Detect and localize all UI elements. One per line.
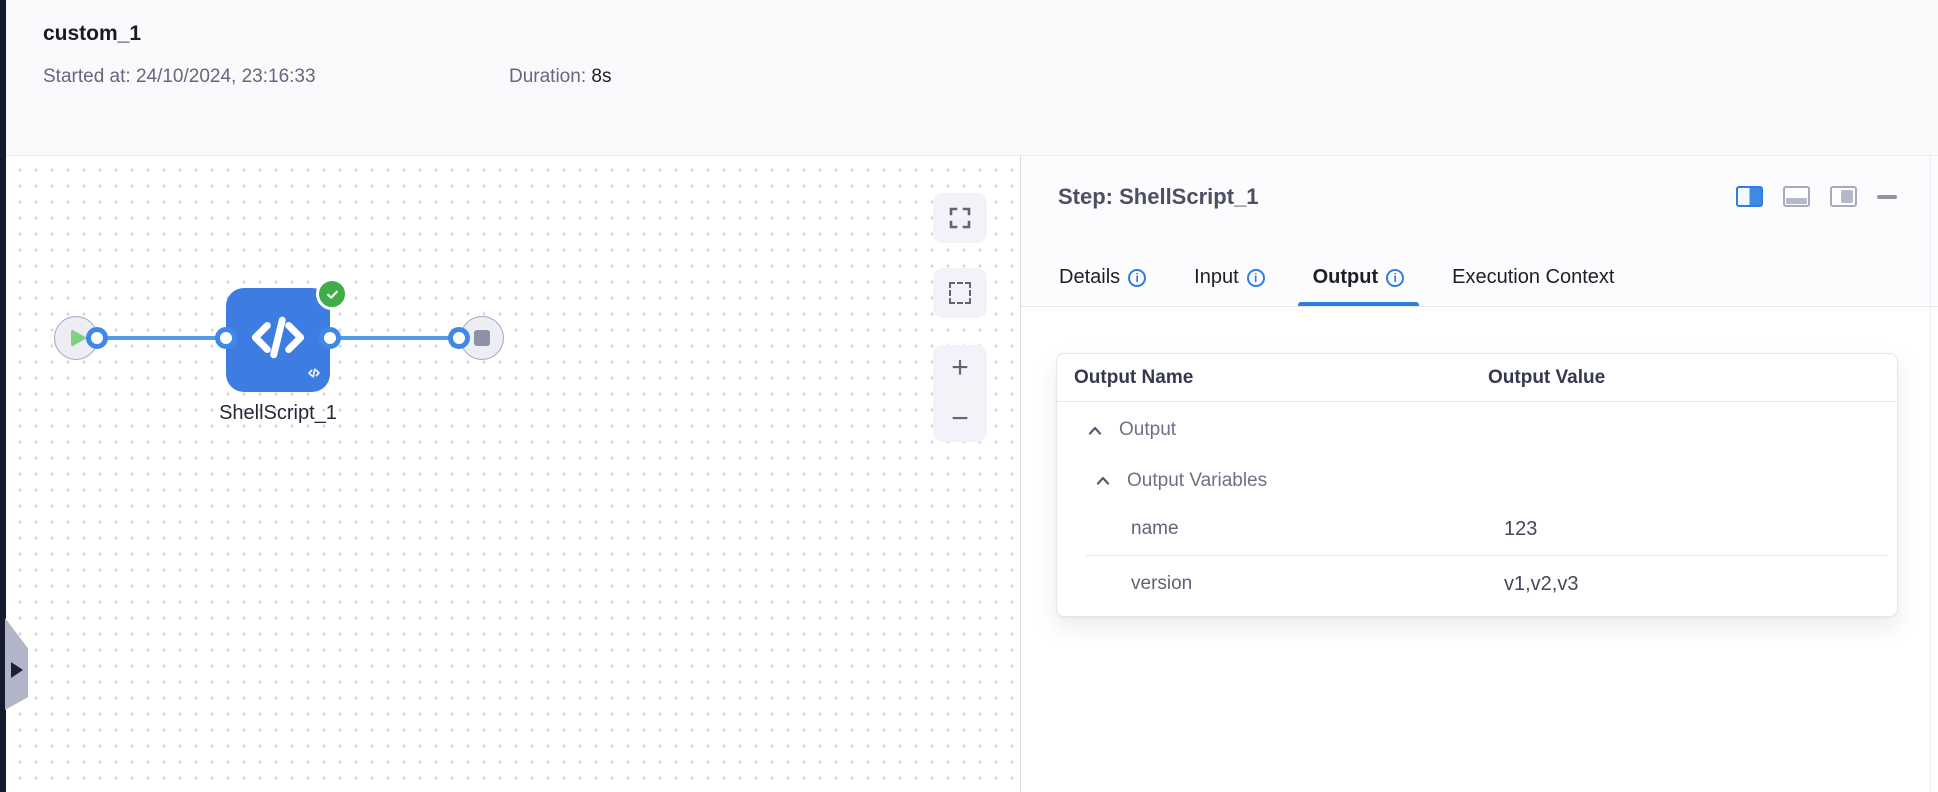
layout-drawer-icon[interactable]	[1830, 186, 1857, 207]
started-at-label: Started at:	[43, 66, 131, 87]
started-at-value: 24/10/2024, 23:16:33	[135, 66, 316, 87]
code-mini-icon	[307, 366, 321, 385]
group-output-variables-label: Output Variables	[1127, 469, 1268, 491]
workflow-execution-view: custom_1 Started at: 24/10/2024, 23:16:3…	[0, 0, 1938, 792]
port-start-out	[86, 327, 108, 349]
layout-split-horizontal-icon[interactable]	[1783, 186, 1810, 207]
tab-details-label: Details	[1059, 266, 1121, 288]
table-header-row: Output Name Output Value	[1057, 354, 1897, 402]
marquee-select-icon	[949, 282, 971, 304]
duration: Duration: 8s	[509, 66, 611, 88]
column-output-name: Output Name	[1074, 366, 1194, 388]
tab-output-label: Output	[1312, 266, 1379, 288]
layout-split-vertical-icon[interactable]	[1736, 186, 1763, 207]
group-output-variables-toggle[interactable]: Output Variables	[1057, 470, 1488, 492]
column-output-value: Output Value	[1488, 366, 1606, 388]
zoom-out-button[interactable]: −	[951, 404, 969, 434]
group-output-toggle[interactable]: Output	[1057, 419, 1488, 441]
workflow-canvas[interactable]: ShellScript_1 + −	[6, 156, 1020, 792]
output-var-name: version	[1131, 573, 1193, 594]
panel-view-controls	[1736, 186, 1897, 207]
execution-header: custom_1 Started at: 24/10/2024, 23:16:3…	[6, 0, 1938, 156]
chevron-up-icon	[1088, 426, 1102, 435]
output-var-value: v1,v2,v3	[1504, 572, 1579, 595]
page-title: custom_1	[43, 22, 142, 45]
zoom-controls: + −	[933, 345, 987, 442]
tab-output[interactable]: Output i	[1297, 249, 1420, 306]
tab-input[interactable]: Input i	[1179, 249, 1279, 306]
play-icon	[71, 329, 87, 347]
step-node-shellscript[interactable]	[226, 288, 330, 392]
zoom-in-button[interactable]: +	[951, 353, 969, 383]
port-step-in	[215, 327, 237, 349]
info-icon[interactable]: i	[1128, 268, 1147, 287]
chevron-up-icon	[1096, 476, 1110, 485]
step-title: Step: ShellScript_1	[1058, 184, 1259, 209]
success-check-icon	[316, 278, 348, 310]
tab-execution-context-label: Execution Context	[1452, 266, 1615, 288]
minimize-icon[interactable]	[1877, 194, 1897, 199]
layout-bar	[1786, 198, 1807, 204]
table-row: name 123	[1057, 503, 1897, 555]
layout-block	[1841, 190, 1853, 203]
info-icon[interactable]: i	[1246, 268, 1265, 287]
fullscreen-button[interactable]	[933, 193, 987, 243]
marquee-select-button[interactable]	[933, 268, 987, 318]
port-step-out	[319, 327, 341, 349]
output-table-card: Output Name Output Value Output Output V…	[1056, 353, 1898, 617]
step-details-panel: Step: ShellScript_1 Details i Input i Ou…	[1021, 156, 1938, 792]
started-at: Started at: 24/10/2024, 23:16:33	[43, 66, 316, 88]
tab-row: Details i Input i Output i Execution Con…	[1021, 249, 1938, 307]
table-row: version v1,v2,v3	[1057, 556, 1897, 612]
fullscreen-icon	[949, 207, 971, 229]
table-row: Output	[1057, 402, 1897, 458]
duration-label: Duration:	[509, 66, 587, 87]
port-end-in	[448, 327, 470, 349]
stop-icon	[474, 330, 490, 346]
step-node-label: ShellScript_1	[219, 402, 337, 424]
tab-details[interactable]: Details i	[1044, 249, 1161, 306]
info-icon[interactable]: i	[1386, 268, 1405, 287]
tab-execution-context[interactable]: Execution Context	[1437, 249, 1629, 306]
group-output-label: Output	[1119, 419, 1177, 440]
output-var-value: 123	[1504, 517, 1538, 540]
chevron-right-icon	[11, 662, 23, 678]
duration-value: 8s	[591, 66, 612, 87]
tab-input-label: Input	[1194, 266, 1239, 288]
output-var-name: name	[1131, 518, 1179, 539]
table-row: Output Variables	[1057, 458, 1897, 503]
code-icon	[246, 306, 310, 375]
panel-scroll-edge	[1930, 156, 1931, 792]
